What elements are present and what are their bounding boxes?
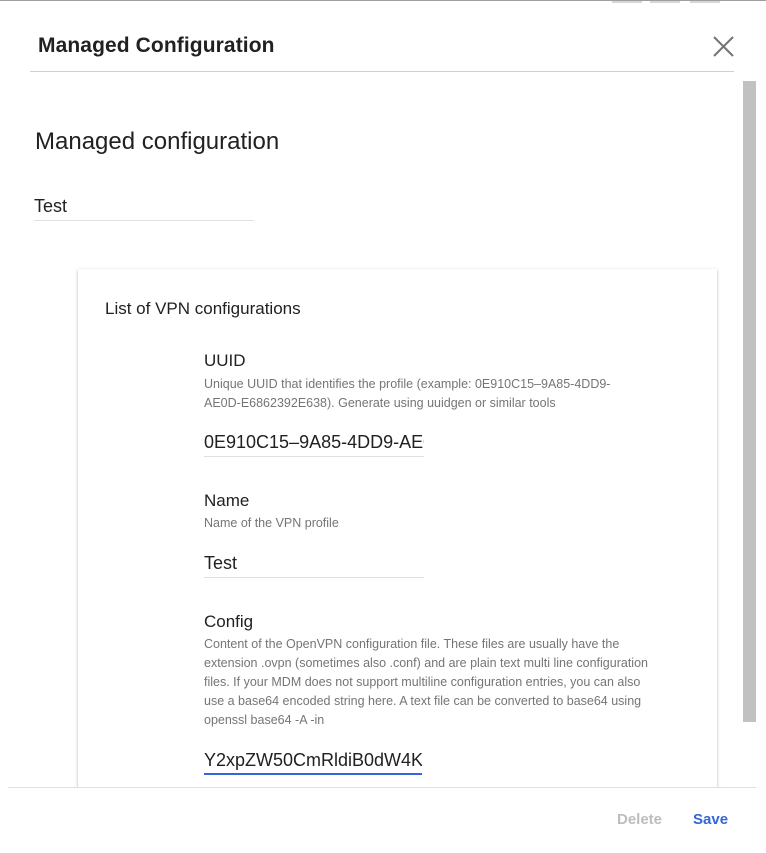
vpn-configurations-card: List of VPN configurations UUID Unique U… bbox=[78, 269, 717, 787]
close-button[interactable] bbox=[712, 35, 736, 59]
section-title: Managed configuration bbox=[35, 128, 280, 155]
close-icon bbox=[713, 36, 734, 57]
managed-configuration-dialog: Managed Configuration Managed configurat… bbox=[0, 0, 766, 853]
dialog-header: Managed Configuration bbox=[30, 1, 734, 72]
config-description: Content of the OpenVPN configuration fil… bbox=[204, 637, 648, 727]
uuid-description: Unique UUID that identifies the profile … bbox=[204, 377, 611, 410]
name-input[interactable] bbox=[204, 550, 424, 578]
name-label: Name bbox=[204, 491, 250, 510]
configuration-name-input[interactable] bbox=[34, 193, 254, 221]
dialog-title: Managed Configuration bbox=[38, 34, 275, 57]
card-title: List of VPN configurations bbox=[105, 299, 301, 318]
config-label: Config bbox=[204, 612, 254, 631]
save-button[interactable]: Save bbox=[693, 811, 728, 828]
dialog-content[interactable]: Managed configuration List of VPN config… bbox=[0, 73, 766, 787]
config-input[interactable] bbox=[204, 747, 422, 775]
uuid-input[interactable] bbox=[204, 429, 424, 457]
scrollbar-thumb[interactable] bbox=[743, 81, 756, 722]
dialog-footer: Delete Save bbox=[8, 787, 756, 853]
name-description: Name of the VPN profile bbox=[204, 516, 339, 530]
uuid-label: UUID bbox=[204, 351, 246, 370]
delete-button[interactable]: Delete bbox=[617, 811, 662, 828]
